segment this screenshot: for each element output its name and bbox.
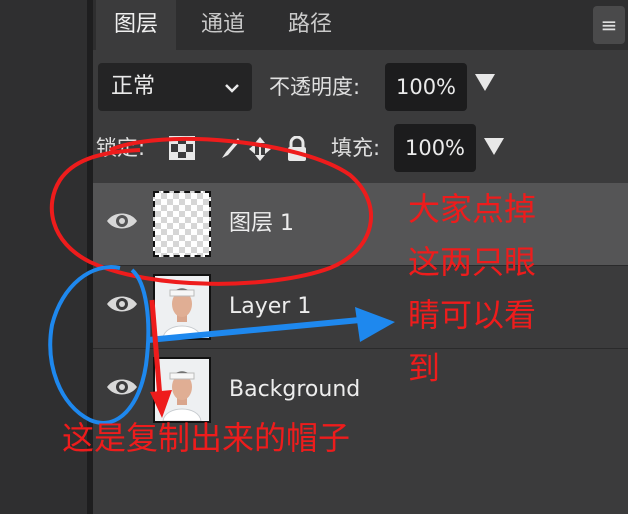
fill-label: 填充: bbox=[331, 136, 381, 160]
layer-name: Layer 1 bbox=[229, 294, 312, 319]
hamburger-menu-icon[interactable]: ≡ bbox=[593, 6, 625, 44]
blend-mode-value: 正常 bbox=[111, 74, 156, 99]
eye-visibility-icon[interactable] bbox=[106, 209, 138, 237]
layer-thumbnail-transparent bbox=[153, 191, 211, 257]
left-tool-strip bbox=[0, 0, 87, 514]
tab-layers[interactable]: 图层 bbox=[96, 0, 176, 50]
layer-name: 图层 1 bbox=[229, 211, 294, 236]
layer-thumbnail-portrait bbox=[153, 274, 211, 340]
layer-row[interactable]: Background bbox=[93, 349, 628, 431]
layer-thumbnail-portrait bbox=[153, 357, 211, 423]
lock-label: 锁定: bbox=[96, 136, 146, 160]
layer-row[interactable]: 图层 1 bbox=[93, 183, 628, 265]
eye-visibility-icon[interactable] bbox=[106, 292, 138, 320]
layer-row[interactable]: Layer 1 bbox=[93, 266, 628, 348]
tab-paths[interactable]: 路径 bbox=[275, 0, 345, 50]
layer-name: Background bbox=[229, 377, 361, 402]
fill-input[interactable]: 100% bbox=[394, 124, 476, 172]
fill-dropdown-arrow-icon[interactable] bbox=[484, 138, 504, 155]
lock-position-icon[interactable] bbox=[248, 136, 272, 166]
tab-channels[interactable]: 通道 bbox=[188, 0, 258, 50]
lock-all-icon[interactable] bbox=[286, 135, 308, 166]
layers-panel: 图层 通道 路径 ≡ 正常 不透明度: 100% 锁定: 填充: 100% 图层… bbox=[93, 0, 628, 514]
lock-image-pixels-icon[interactable] bbox=[218, 136, 242, 164]
opacity-input[interactable]: 100% bbox=[385, 63, 467, 111]
eye-visibility-icon[interactable] bbox=[106, 375, 138, 403]
blend-mode-select[interactable]: 正常 bbox=[98, 63, 252, 111]
lock-transparent-pixels-icon[interactable] bbox=[169, 136, 195, 164]
opacity-dropdown-arrow-icon[interactable] bbox=[475, 74, 495, 91]
opacity-label: 不透明度: bbox=[269, 75, 361, 99]
panel-tab-bar: 图层 通道 路径 ≡ bbox=[93, 0, 628, 50]
chevron-down-icon bbox=[224, 63, 240, 111]
